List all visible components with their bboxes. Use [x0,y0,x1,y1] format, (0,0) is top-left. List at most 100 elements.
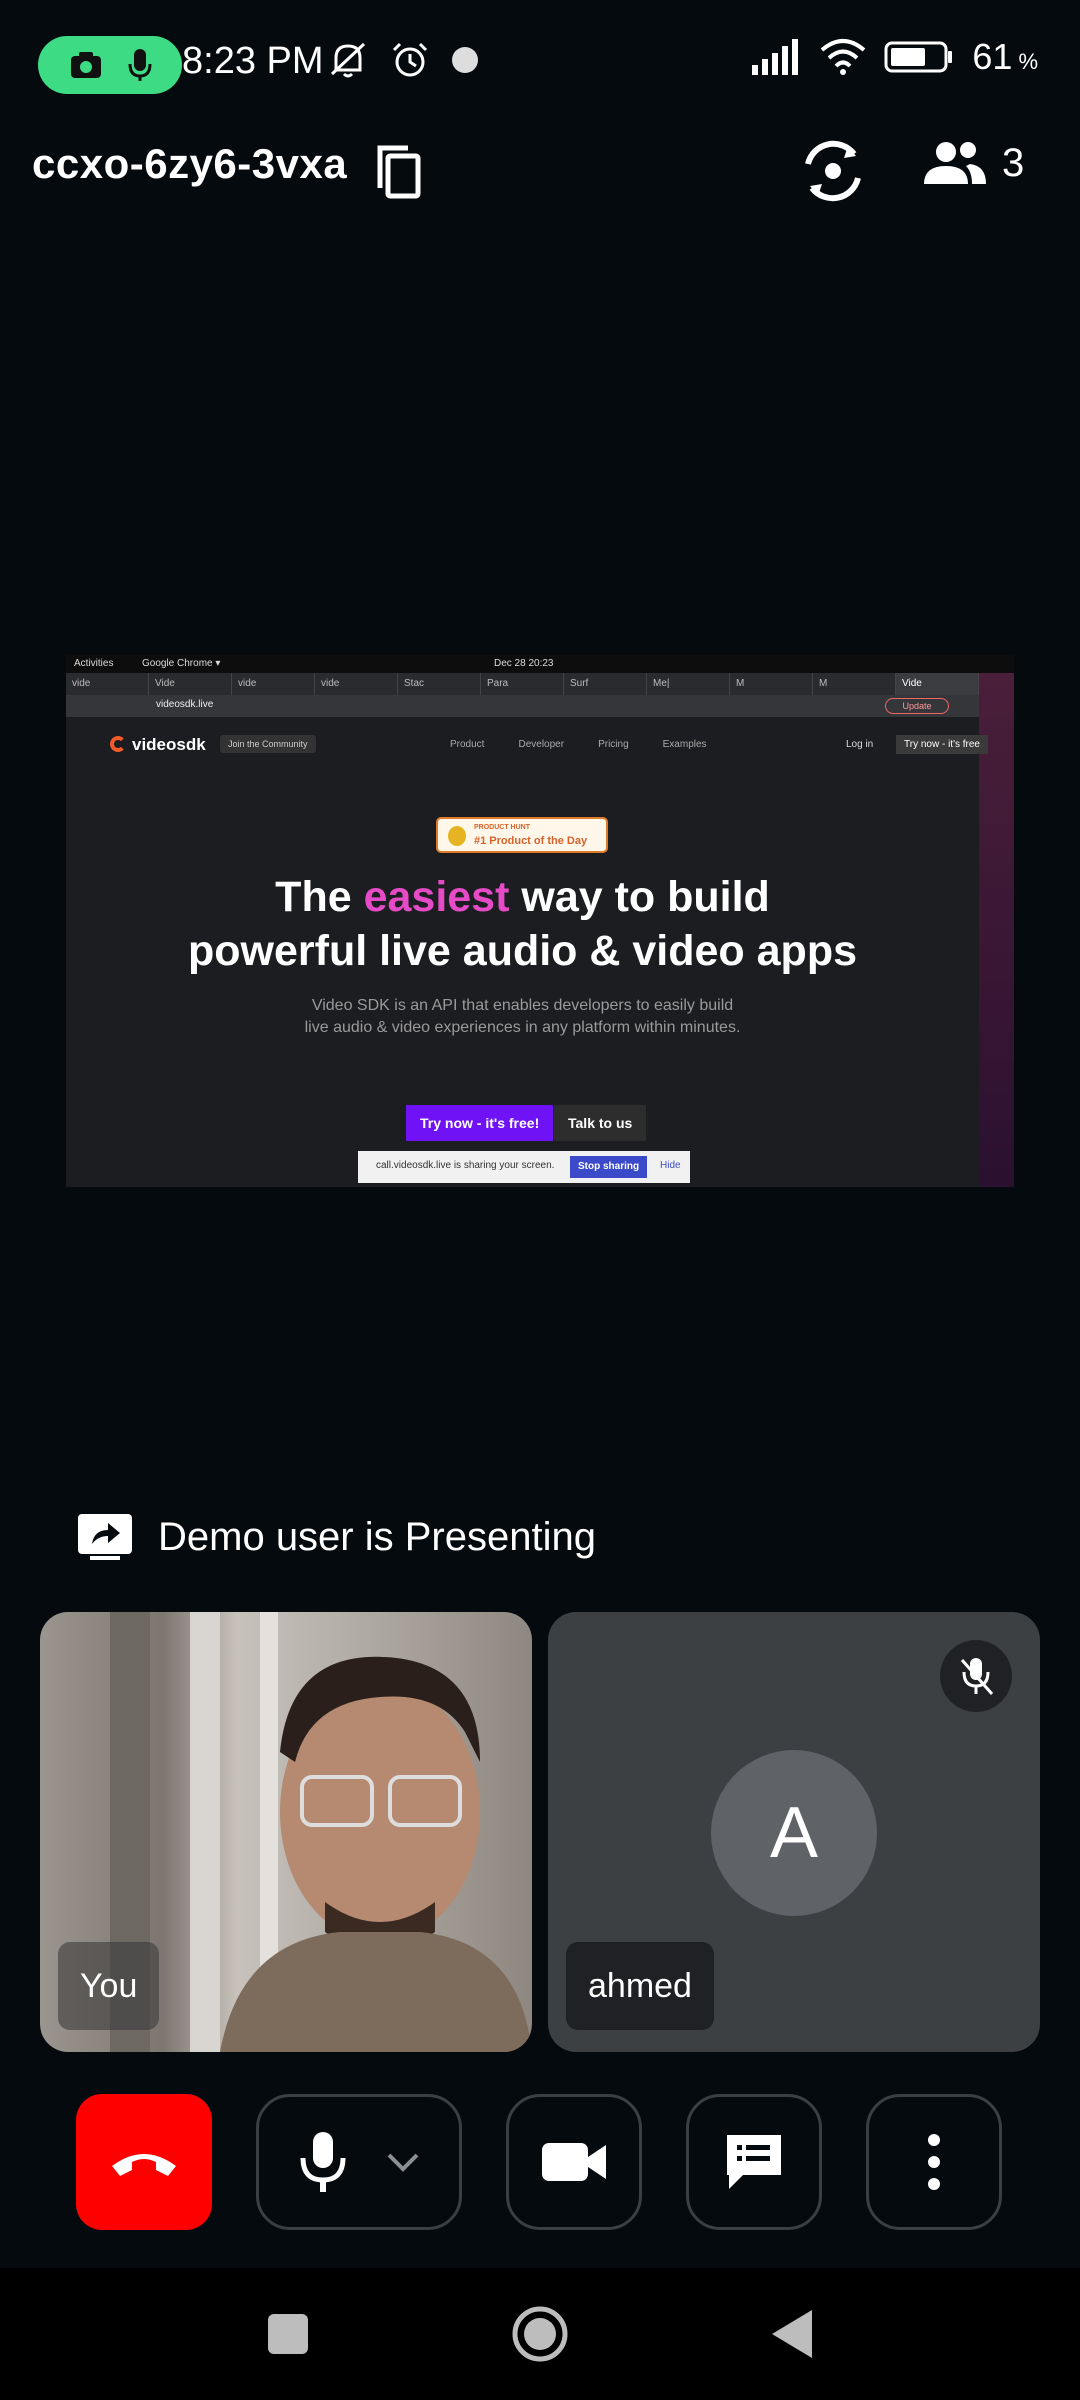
dot-icon [452,47,478,73]
shared-datetime: Dec 28 20:23 [494,658,554,669]
call-controls [0,2090,1080,2230]
back-icon [772,2310,812,2358]
copy-icon [377,145,421,199]
shared-url: videosdk.live [156,699,214,710]
shared-system-topbar: Activities Google Chrome ▾ Dec 28 20:23 [66,655,1014,673]
shared-tab: Stac [398,673,481,695]
shared-subtitle-line2: live audio & video experiences in any pl… [304,1019,741,1036]
shared-app-name: Google Chrome ▾ [142,658,221,669]
stop-sharing-button: Stop sharing [570,1156,648,1178]
videosdk-logo-icon [110,736,126,752]
badge-big-text: #1 Product of the Day [474,835,588,847]
more-vertical-icon [928,2134,940,2190]
shared-login-link: Log in [846,739,874,750]
recents-icon [268,2314,308,2354]
badge-small-text: PRODUCT HUNT [474,824,530,831]
shared-sharing-bar: call.videosdk.live is sharing your scree… [358,1151,690,1183]
wifi-icon [821,39,866,75]
shared-tab: M [730,673,813,695]
shared-site-logo: videosdk [110,735,206,755]
shared-browser-tabs: vide Vide vide vide Stac Para Surf Me| M… [66,673,979,695]
shared-cta-secondary: Talk to us [554,1105,647,1141]
status-right: 61 % [752,36,1038,78]
participant-tile-ahmed[interactable]: A ahmed [548,1612,1040,2052]
shared-headline-line2: powerful live audio & video apps [188,927,857,975]
switch-camera-icon [805,140,861,202]
mic-icon [300,2132,346,2192]
shared-tab: Para [481,673,564,695]
system-nav-bar [0,2268,1080,2400]
headline-post: way to build [509,873,770,921]
presenting-banner: Demo user is Presenting [76,1512,596,1562]
shared-headline-line1: The easiest way to build [66,873,979,922]
shared-activities: Activities [74,658,114,669]
battery-unit: % [1018,49,1038,74]
status-bar: 8:23 PM 61 % [0,0,1080,130]
status-icons [326,40,480,80]
battery-icon [884,41,953,73]
shared-tab: Vide [149,673,232,695]
video-camera-icon [542,2143,606,2181]
shared-tab-active: Vide [896,673,979,695]
shared-tab: Me| [647,673,730,695]
mic-off-indicator [940,1640,1012,1712]
mic-off-icon [960,1658,994,1695]
shared-tab: M [813,673,896,695]
switch-camera-button[interactable] [796,134,870,208]
shared-tab: Surf [564,673,647,695]
shared-nav-link: Developer [518,739,565,750]
camera-icon [70,52,101,78]
meeting-id: ccxo-6zy6-3vxa [32,140,348,187]
shared-tab: vide [315,673,398,695]
shared-product-hunt-badge: PRODUCT HUNT #1 Product of the Day [436,817,608,853]
camera-toggle-button[interactable] [506,2094,642,2230]
shared-tab: vide [66,673,149,695]
shared-url-bar: videosdk.live Update [66,695,979,717]
participants-button[interactable]: 3 [922,140,1024,186]
hide-button: Hide [660,1160,681,1171]
screen-share-icon [78,1514,132,1560]
shared-nav-links: Product Developer Pricing Examples [450,739,707,750]
headline-highlight: easiest [363,873,510,921]
participant-name-ahmed: ahmed [566,1942,714,2030]
headline-pre: The [275,873,364,921]
alarm-icon [392,42,428,77]
shared-site-logo-text: videosdk [132,735,206,754]
signal-icon [752,39,799,75]
medal-icon [448,826,466,846]
shared-nav-link: Examples [662,739,707,750]
avatar: A [711,1750,877,1916]
shared-cta-primary: Try now - it's free! [406,1105,554,1141]
shared-nav-link: Pricing [598,739,629,750]
recents-button[interactable] [252,2298,324,2370]
shared-tab: vide [232,673,315,695]
people-icon [924,142,986,184]
shared-nav-link: Product [450,739,485,750]
mic-toggle-button[interactable] [256,2094,462,2230]
chat-icon [727,2135,781,2189]
end-call-button[interactable] [76,2094,212,2230]
mute-bell-icon [330,42,366,78]
shared-site-nav: videosdk Join the Community Product Deve… [110,733,988,759]
chat-button[interactable] [686,2094,822,2230]
participant-name-you: You [58,1942,160,2030]
participant-tile-you[interactable]: You [40,1612,532,2052]
home-button[interactable] [504,2298,576,2370]
shared-update-badge: Update [885,698,949,714]
back-button[interactable] [756,2298,828,2370]
shared-screen-view[interactable]: Activities Google Chrome ▾ Dec 28 20:23 … [66,655,1014,1187]
home-icon [512,2306,568,2362]
presenting-text: Demo user is Presenting [158,1514,596,1559]
shared-subtitle-line1: Video SDK is an API that enables develop… [311,997,734,1014]
chevron-down-icon[interactable] [387,2152,419,2172]
participant-count: 3 [1002,140,1025,185]
more-options-button[interactable] [866,2094,1002,2230]
hang-up-icon [112,2154,176,2176]
battery-percent: 61 [972,36,1013,77]
sharing-text: call.videosdk.live is sharing your scree… [376,1160,555,1171]
shared-community-link: Join the Community [220,735,316,753]
shared-nav-cta: Try now - it's free [896,735,988,754]
copy-meeting-id-button[interactable] [372,140,428,204]
screen-recording-indicator[interactable] [38,36,182,94]
mic-icon [128,49,151,81]
